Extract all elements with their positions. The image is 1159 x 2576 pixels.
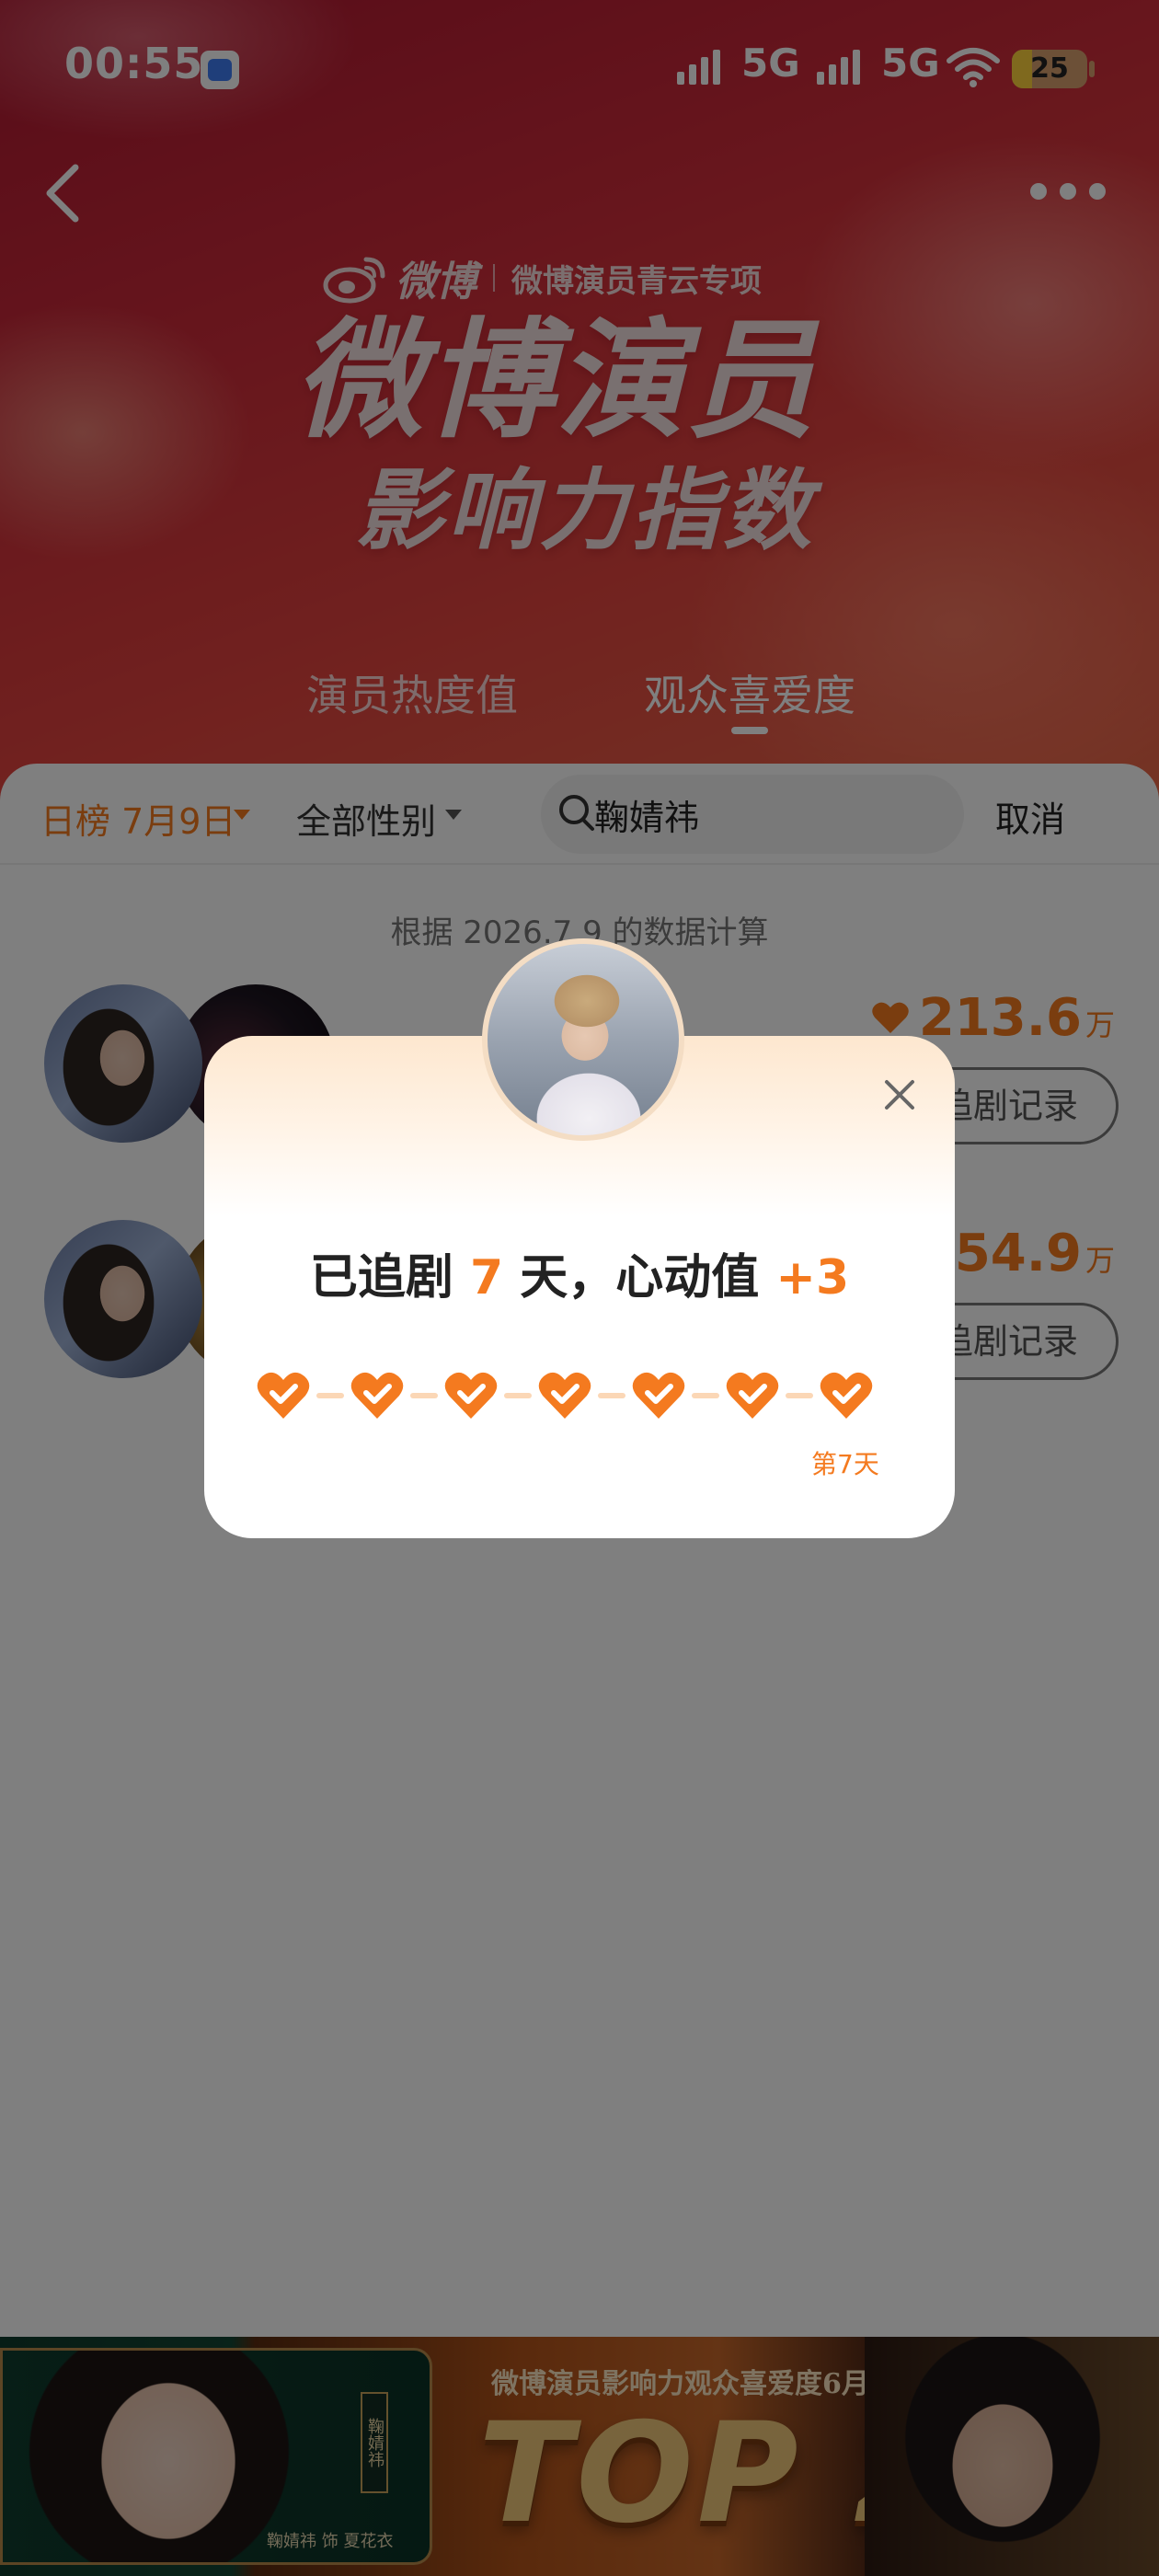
checkin-message: 已追剧 7 天，心动值 +3	[204, 1238, 955, 1307]
progress-connector	[692, 1393, 719, 1398]
heart-check-icon	[443, 1369, 499, 1420]
progress-connector	[598, 1393, 625, 1398]
heart-check-icon	[819, 1369, 874, 1420]
progress-connector	[786, 1393, 813, 1398]
checkin-days: 7	[469, 1250, 504, 1305]
current-day-label: 第7天	[811, 1449, 879, 1479]
progress-connector	[504, 1393, 532, 1398]
progress-connector	[316, 1393, 344, 1398]
heart-check-icon	[256, 1369, 311, 1420]
message-mid: 天，心动值	[503, 1250, 776, 1305]
close-icon[interactable]	[879, 1075, 920, 1115]
checkin-progress	[256, 1369, 903, 1424]
message-prefix: 已追剧	[309, 1250, 470, 1305]
heart-check-icon	[350, 1369, 405, 1420]
heart-check-icon	[725, 1369, 780, 1420]
heart-check-icon	[537, 1369, 592, 1420]
app-root: 00:55 5G 5G 25	[0, 0, 1159, 2576]
modal-avatar	[482, 938, 684, 1141]
bonus-value: +3	[775, 1250, 850, 1305]
progress-connector	[410, 1393, 438, 1398]
heart-check-icon	[631, 1369, 686, 1420]
checkin-modal: 已追剧 7 天，心动值 +3 第7天	[204, 938, 955, 1538]
